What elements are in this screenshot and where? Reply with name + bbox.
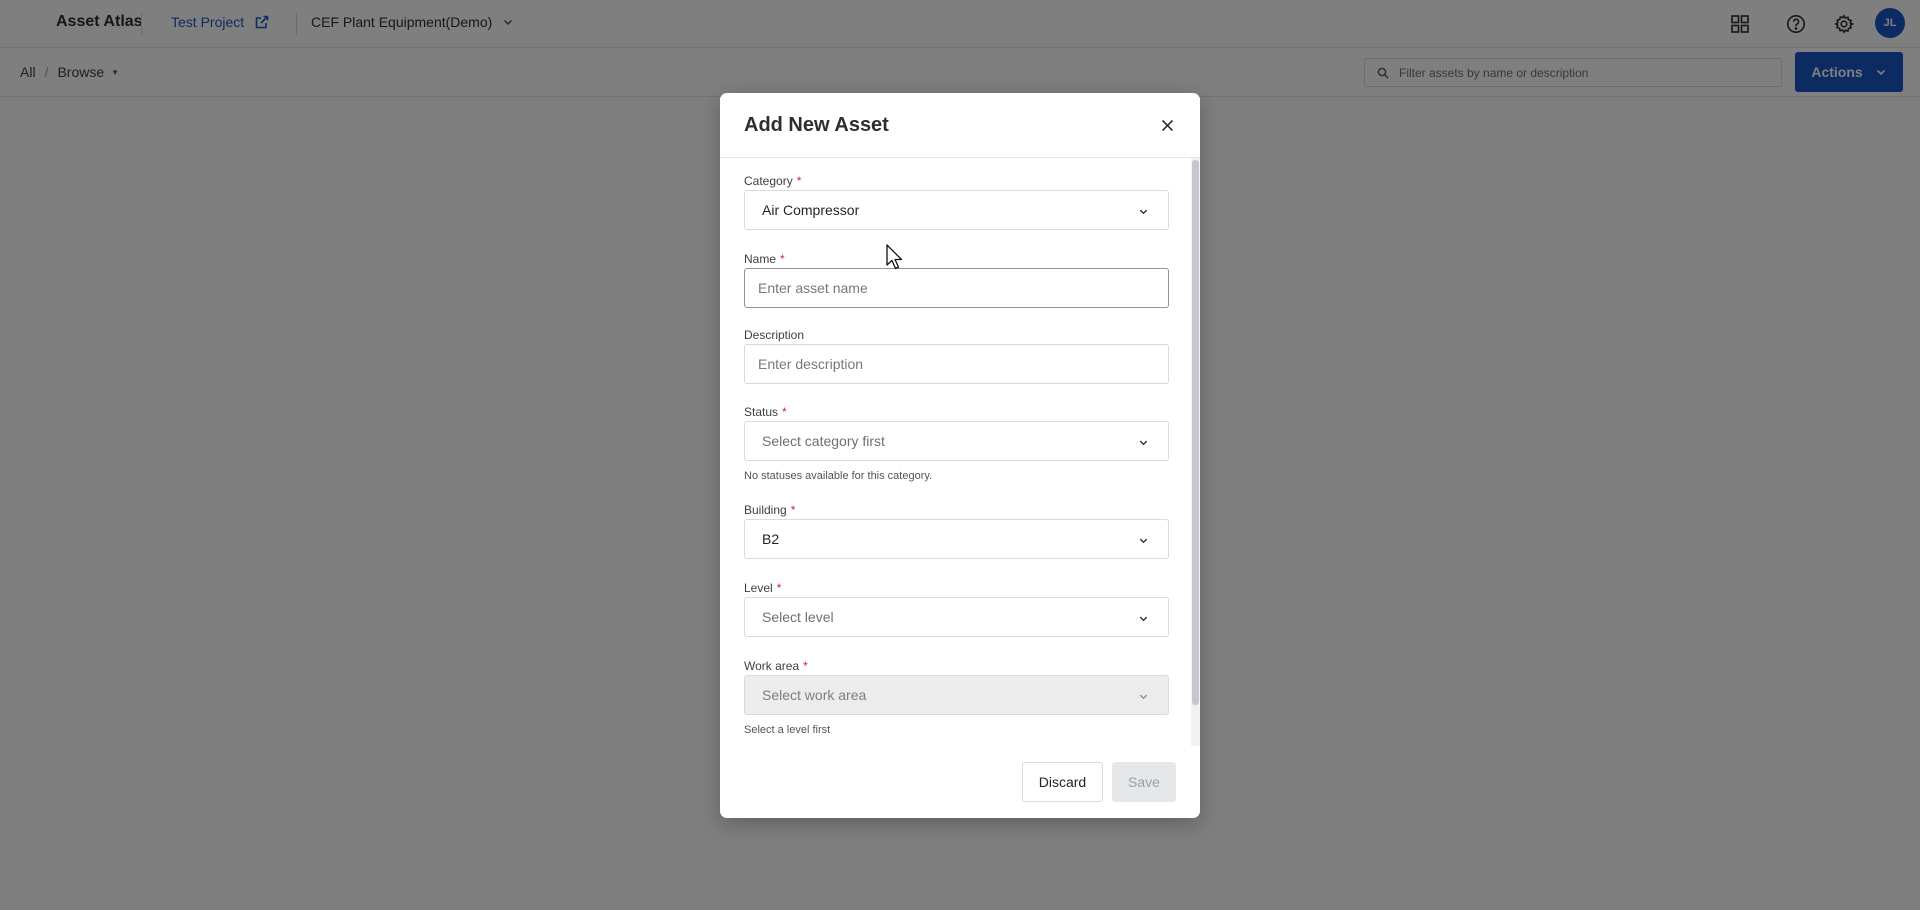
status-label: Status *: [744, 405, 787, 419]
status-field: Status *: [744, 405, 1169, 421]
close-icon: [1161, 119, 1173, 131]
add-asset-dialog: Add New Asset Category * Air Compressor N…: [720, 93, 1200, 818]
building-select[interactable]: B2: [744, 519, 1169, 559]
chevron-down-icon: [1139, 209, 1148, 215]
chevron-down-icon: [1139, 616, 1148, 622]
building-label: Building *: [744, 503, 796, 517]
status-placeholder: Select category first: [762, 433, 885, 449]
dialog-header: Add New Asset: [720, 93, 1200, 158]
work-area-help-text: Select a level first: [744, 724, 831, 736]
close-button[interactable]: [1157, 115, 1177, 135]
description-input[interactable]: Enter description: [744, 344, 1169, 384]
work-area-select[interactable]: Select work area: [744, 675, 1169, 715]
discard-button[interactable]: Discard: [1022, 762, 1103, 802]
level-select[interactable]: Select level: [744, 597, 1169, 637]
building-value: B2: [762, 531, 780, 547]
category-select[interactable]: Air Compressor: [744, 190, 1169, 230]
name-label: Name *: [744, 252, 785, 266]
work-area-placeholder: Select work area: [762, 687, 867, 703]
level-placeholder: Select level: [762, 609, 834, 625]
chevron-down-icon: [1139, 440, 1148, 446]
work-area-label: Work area *: [744, 659, 808, 673]
description-label: Description: [744, 328, 805, 342]
name-placeholder: Enter asset name: [758, 280, 868, 296]
level-field: Level *: [744, 581, 1169, 597]
description-field: Description: [744, 328, 1169, 344]
chevron-down-icon: [1139, 694, 1148, 700]
description-placeholder: Enter description: [758, 356, 864, 372]
chevron-down-icon: [1139, 538, 1148, 544]
name-field: Name *: [744, 252, 1169, 268]
status-select[interactable]: Select category first: [744, 421, 1169, 461]
level-label: Level *: [744, 581, 782, 595]
category-label: Category *: [744, 174, 802, 188]
category-value: Air Compressor: [762, 202, 860, 218]
name-input[interactable]: Enter asset name: [744, 268, 1169, 308]
dialog-title: Add New Asset: [744, 114, 889, 136]
building-field: Building *: [744, 503, 1169, 519]
cursor-icon: [886, 244, 903, 270]
scrollbar-thumb[interactable]: [1192, 160, 1199, 705]
work-area-field: Work area *: [744, 659, 1169, 675]
status-help-text: No statuses available for this category.: [744, 470, 933, 482]
category-field: Category *: [744, 174, 1169, 190]
save-button[interactable]: Save: [1112, 762, 1176, 802]
